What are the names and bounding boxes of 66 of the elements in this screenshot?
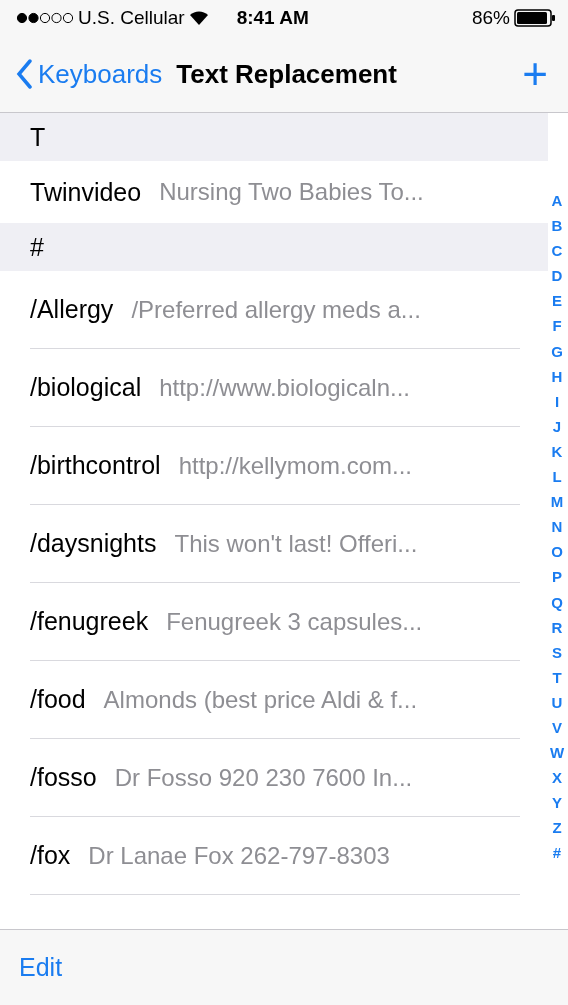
- battery-percent: 86%: [471, 7, 510, 29]
- shortcut-phrase: /fenugreek: [30, 607, 149, 636]
- shortcut-phrase: /fosso: [30, 763, 97, 792]
- index-letter[interactable]: B: [551, 213, 563, 239]
- index-letter[interactable]: V: [552, 714, 562, 741]
- index-letter[interactable]: O: [551, 539, 563, 565]
- index-letter[interactable]: X: [552, 765, 562, 791]
- list-row[interactable]: /food Almonds (best price Aldi & f...: [30, 661, 520, 739]
- edit-button[interactable]: Edit: [19, 953, 63, 982]
- index-letter[interactable]: K: [551, 438, 563, 465]
- index-letter[interactable]: Q: [551, 589, 563, 615]
- index-letter[interactable]: W: [549, 740, 565, 766]
- list-row[interactable]: /biological http://www.biologicaln...: [30, 349, 520, 427]
- list-row[interactable]: /fosso Dr Fosso 920 230 7600 In...: [30, 739, 520, 817]
- shortcut-phrase: /Allergy: [30, 295, 114, 324]
- index-letter[interactable]: S: [552, 639, 562, 665]
- index-letter[interactable]: A: [551, 188, 563, 214]
- index-letter[interactable]: T: [552, 664, 562, 690]
- screen-title: Text Replacement: [176, 58, 398, 90]
- replacement-text: http://www.biologicaln...: [159, 373, 410, 402]
- index-letter[interactable]: C: [551, 238, 563, 264]
- index-letter[interactable]: R: [551, 614, 563, 640]
- index-letter[interactable]: Z: [552, 815, 562, 841]
- shortcut-phrase: /daysnights: [30, 529, 157, 558]
- carrier-name: U.S. Cellular: [78, 7, 185, 29]
- index-letter[interactable]: N: [551, 514, 563, 540]
- list-row[interactable]: /fenugreek Fenugreek 3 capsules...: [30, 583, 520, 661]
- shortcut-phrase: /fox: [30, 841, 71, 870]
- list-row[interactable]: /Allergy /Preferred allergy meds a...: [30, 271, 520, 349]
- index-letter[interactable]: M: [550, 489, 564, 515]
- index-letter[interactable]: F: [552, 313, 562, 339]
- replacement-text: This won't last! Offeri...: [174, 529, 418, 558]
- chevron-left-icon: [16, 59, 32, 89]
- list-row[interactable]: /daysnights This won't last! Offeri...: [30, 505, 520, 583]
- list-row[interactable]: /birthcontrol http://kellymom.com...: [30, 427, 520, 505]
- index-letter[interactable]: P: [552, 564, 562, 590]
- section-header: T: [0, 113, 548, 161]
- replacement-text: /Preferred allergy meds a...: [131, 295, 421, 324]
- shortcut-phrase: Twinvideo: [30, 177, 142, 207]
- shortcut-phrase: /birthcontrol: [30, 451, 161, 480]
- replacement-text: http://kellymom.com...: [178, 451, 412, 480]
- replacement-text: Dr Fosso 920 230 7600 In...: [114, 763, 413, 792]
- replacement-text: Dr Lanae Fox 262-797-8303: [88, 841, 390, 870]
- list-row[interactable]: Twinvideo Nursing Two Babies To...: [30, 161, 520, 223]
- index-letter[interactable]: Y: [552, 790, 562, 816]
- replacement-text: Almonds (best price Aldi & f...: [103, 685, 418, 714]
- list-row[interactable]: /fox Dr Lanae Fox 262-797-8303: [30, 817, 520, 895]
- index-letter[interactable]: I: [554, 388, 560, 414]
- shortcut-phrase: /biological: [30, 373, 142, 402]
- signal-icon: [16, 12, 74, 24]
- index-letter[interactable]: #: [552, 840, 562, 866]
- index-letter[interactable]: H: [551, 363, 563, 389]
- index-letter[interactable]: E: [552, 288, 562, 314]
- clock-time: 8:41 AM: [236, 7, 309, 29]
- index-letter[interactable]: G: [551, 338, 563, 364]
- replacement-text: Fenugreek 3 capsules...: [166, 607, 423, 636]
- index-letter[interactable]: J: [552, 413, 562, 439]
- index-letter[interactable]: L: [552, 464, 562, 490]
- shortcut-phrase: /food: [30, 685, 86, 714]
- replacement-text: Nursing Two Babies To...: [159, 178, 424, 206]
- section-header: #: [0, 223, 548, 271]
- index-letter[interactable]: D: [551, 263, 563, 289]
- add-button[interactable]: +: [522, 52, 548, 96]
- wifi-icon: [188, 10, 209, 26]
- index-letter[interactable]: U: [551, 689, 563, 715]
- battery-icon: [514, 9, 556, 27]
